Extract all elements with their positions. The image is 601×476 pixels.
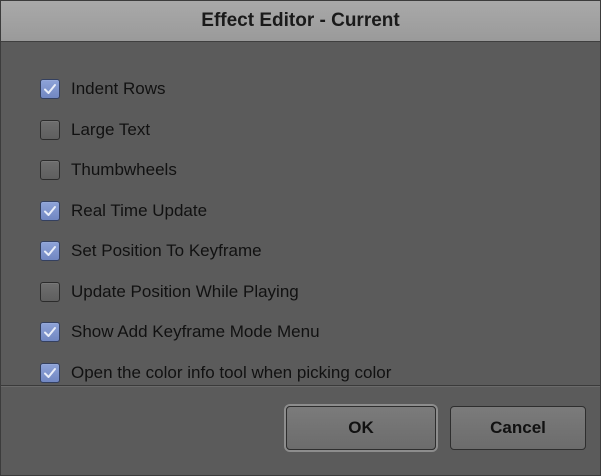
option-show-add-keyframe-mode-menu[interactable]: Show Add Keyframe Mode Menu <box>40 312 391 353</box>
option-indent-rows[interactable]: Indent Rows <box>40 69 391 110</box>
dialog-title: Effect Editor - Current <box>1 1 600 42</box>
option-real-time-update[interactable]: Real Time Update <box>40 191 391 232</box>
options-list: Indent Rows Large Text Thumbwheels Real … <box>40 69 391 393</box>
checkbox[interactable] <box>40 241 60 262</box>
option-label: Update Position While Playing <box>71 281 299 301</box>
checkmark-icon <box>44 84 56 95</box>
checkmark-icon <box>44 246 56 257</box>
option-label: Real Time Update <box>71 200 208 220</box>
option-label: Open the color info tool when picking co… <box>71 362 392 382</box>
option-large-text[interactable]: Large Text <box>40 110 391 151</box>
checkmark-icon <box>44 367 56 378</box>
checkbox[interactable] <box>40 322 60 343</box>
ok-button[interactable]: OK <box>286 406 436 450</box>
option-label: Large Text <box>71 119 151 139</box>
option-label: Show Add Keyframe Mode Menu <box>71 322 320 342</box>
checkmark-icon <box>44 327 56 338</box>
checkbox[interactable] <box>40 119 60 140</box>
option-set-position-to-keyframe[interactable]: Set Position To Keyframe <box>40 231 391 272</box>
checkmark-icon <box>44 205 56 216</box>
option-thumbwheels[interactable]: Thumbwheels <box>40 150 391 191</box>
divider <box>1 385 600 386</box>
option-open-color-info-tool[interactable]: Open the color info tool when picking co… <box>40 353 391 394</box>
option-update-position-while-playing[interactable]: Update Position While Playing <box>40 272 391 313</box>
checkbox[interactable] <box>40 362 60 383</box>
cancel-button[interactable]: Cancel <box>450 406 586 450</box>
effect-editor-dialog: Effect Editor - Current Indent Rows Larg… <box>0 0 601 476</box>
option-label: Indent Rows <box>71 79 166 99</box>
checkbox[interactable] <box>40 200 60 221</box>
checkbox[interactable] <box>40 160 60 181</box>
option-label: Thumbwheels <box>71 160 177 180</box>
checkbox[interactable] <box>40 281 60 302</box>
option-label: Set Position To Keyframe <box>71 241 262 261</box>
checkbox[interactable] <box>40 79 60 100</box>
